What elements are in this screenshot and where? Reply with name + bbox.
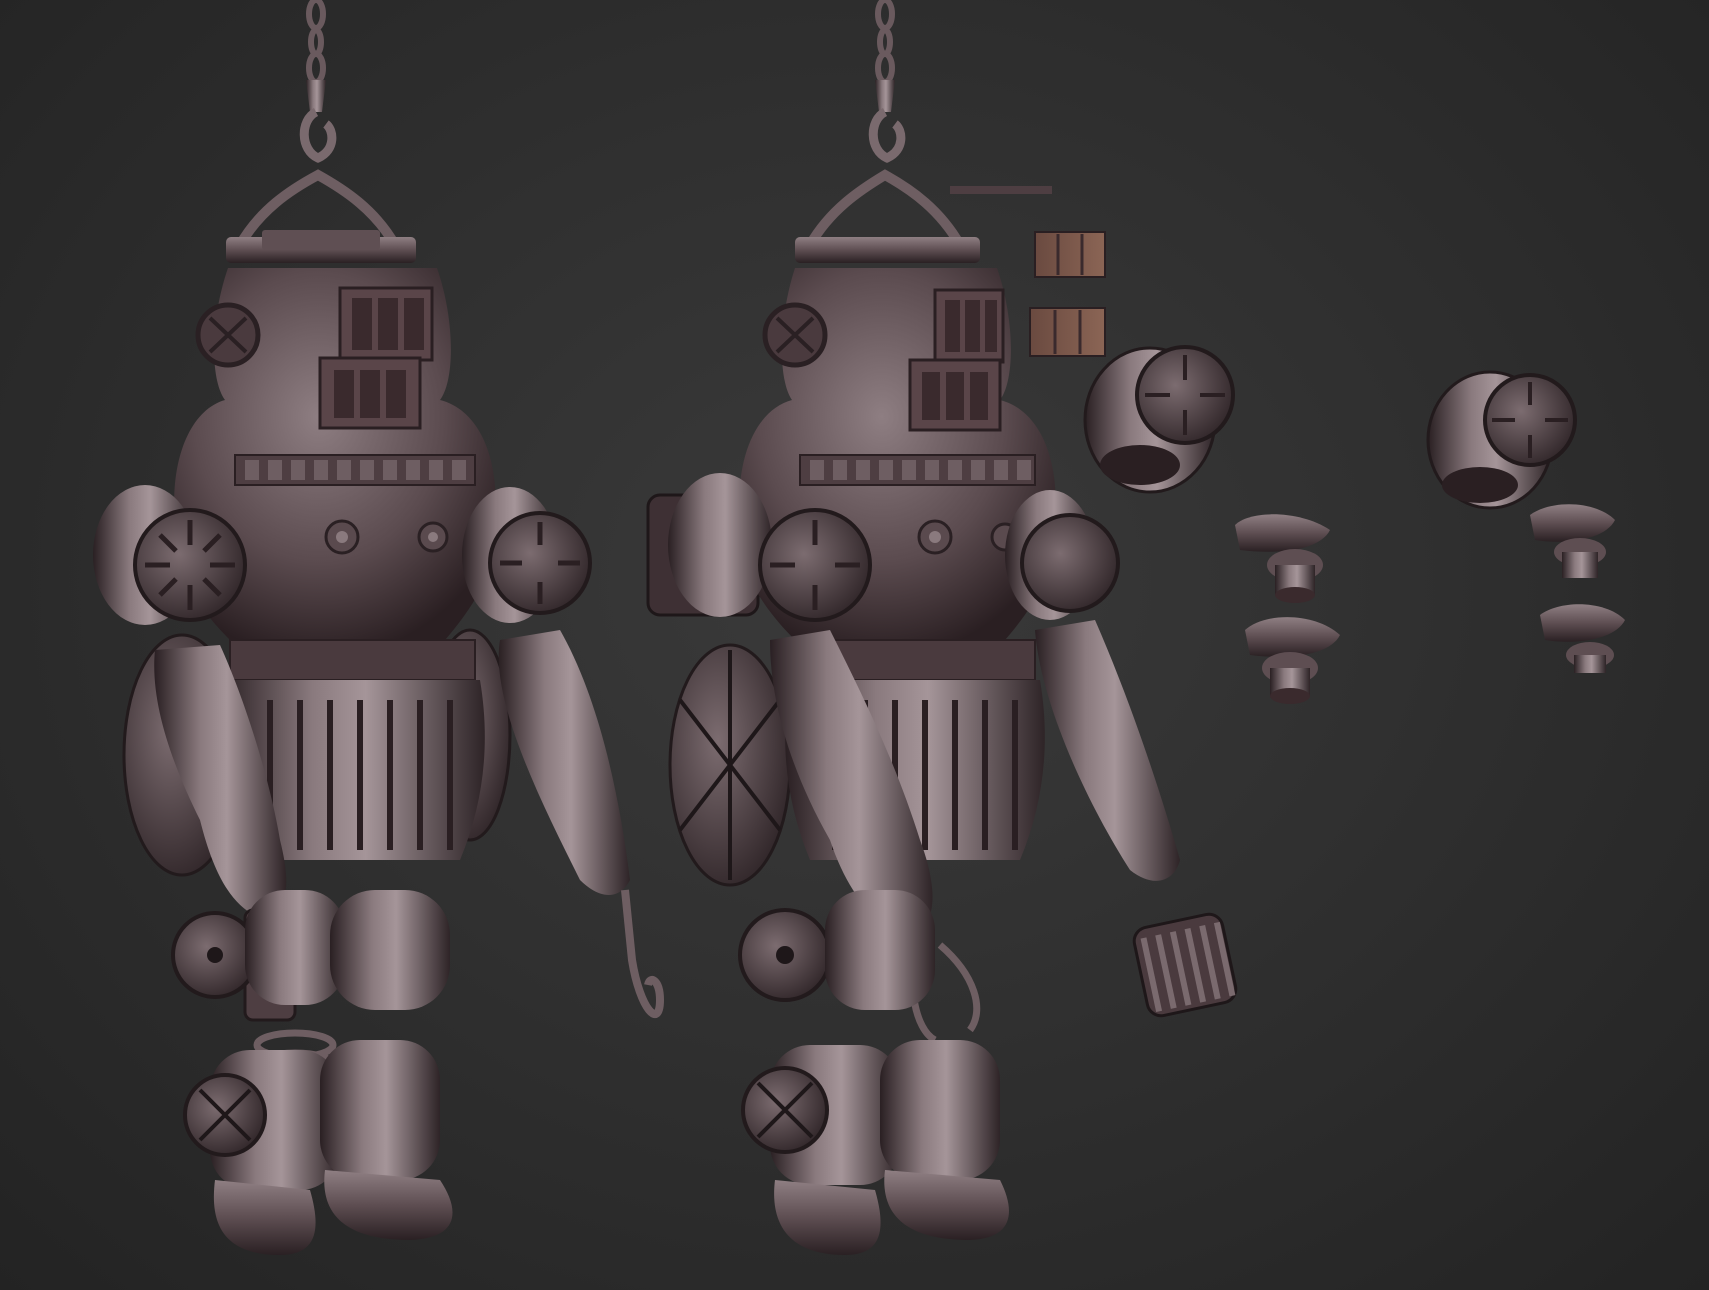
- diving-suit-figure-right: [646, 0, 1238, 1255]
- loose-parts: [950, 186, 1625, 704]
- hook-left: [306, 80, 326, 112]
- connector-a-2: [1245, 617, 1340, 704]
- shoulder-cap-b: [1426, 370, 1577, 510]
- render-viewport: [0, 0, 1709, 1290]
- connector-a-1: [1235, 514, 1330, 603]
- chain-right: [875, 0, 895, 85]
- sculpt-render: [93, 0, 1625, 1255]
- gatling-barrel-right: [1132, 912, 1238, 1018]
- shoulder-cap-a: [1083, 345, 1235, 494]
- grille-panel-lower: [1029, 307, 1106, 357]
- connector-b-2: [1540, 604, 1625, 673]
- shoulder-right-left: [462, 487, 592, 623]
- chain-left: [306, 0, 326, 85]
- arm-right-left: [498, 630, 630, 895]
- diving-suit-figure-left: [93, 0, 665, 1255]
- hook-tool-left: [621, 889, 665, 1018]
- grille-panel-upper: [1034, 231, 1106, 278]
- grille-panel-thin: [950, 186, 1052, 194]
- boot-right-left: [324, 1170, 453, 1240]
- connector-b-1: [1530, 504, 1615, 578]
- belt-left: [229, 639, 476, 681]
- boot-left-left: [213, 1180, 316, 1255]
